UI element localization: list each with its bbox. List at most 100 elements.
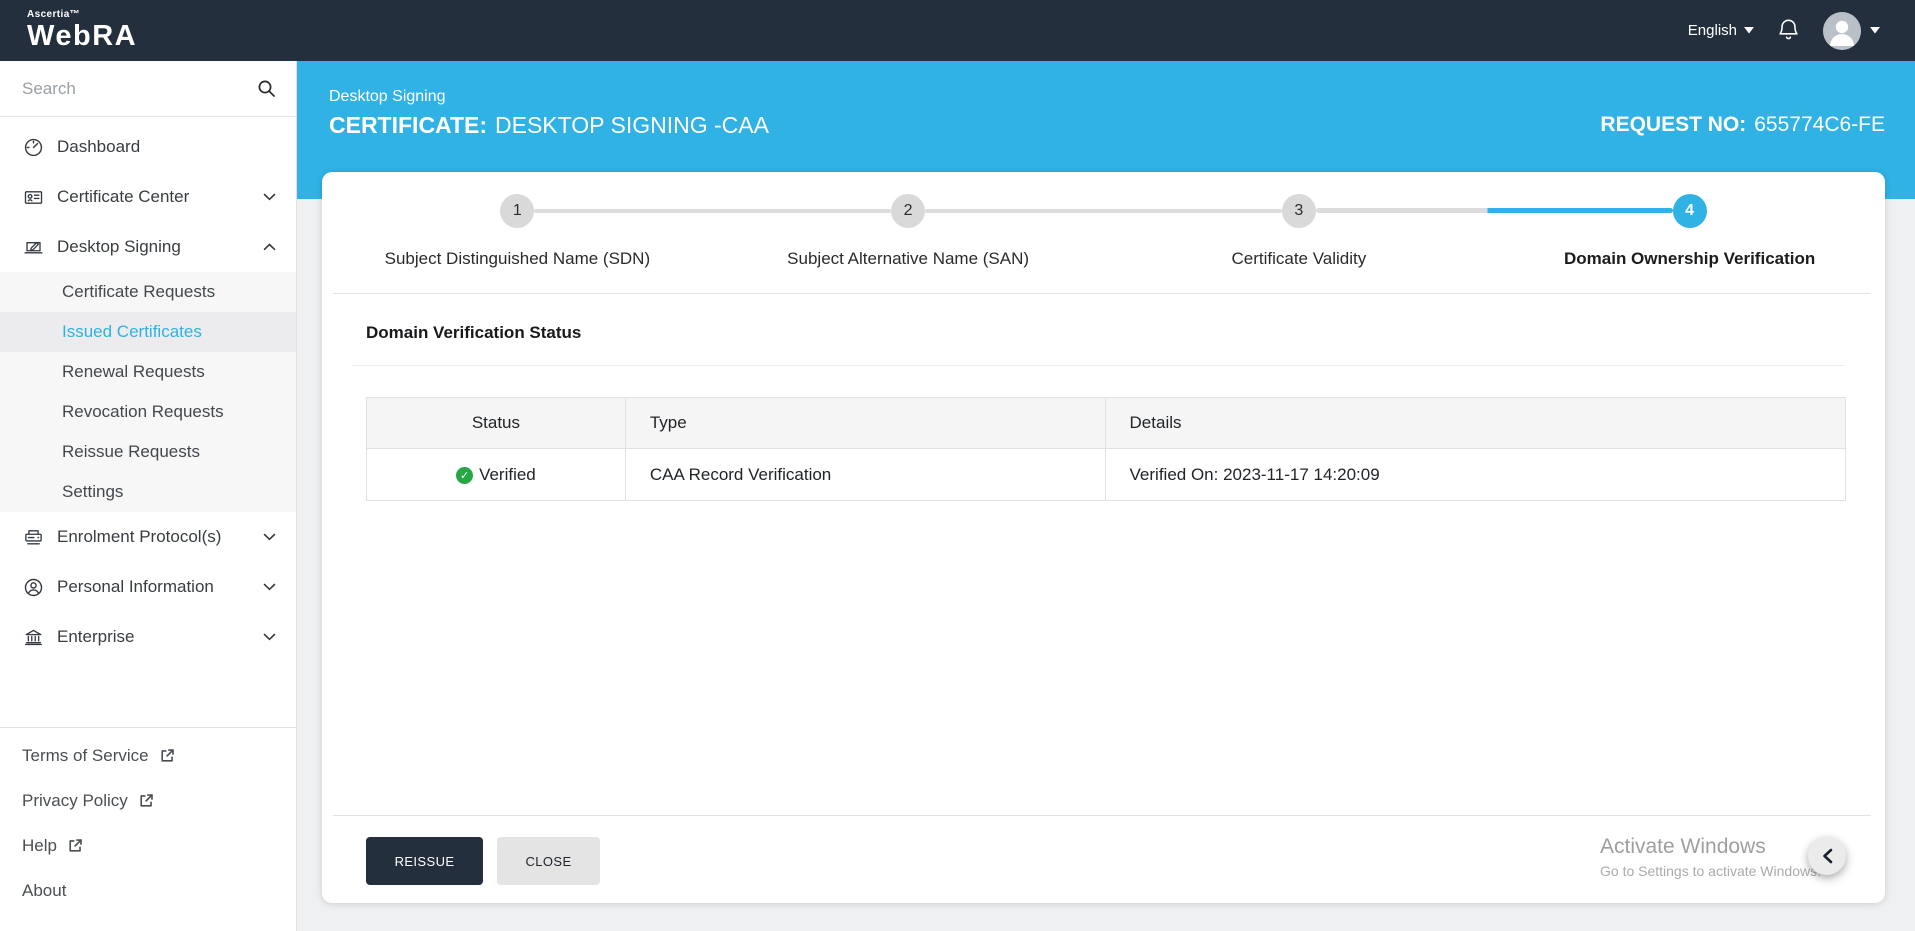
step-connector bbox=[925, 209, 1282, 213]
step-2: 2 Subject Alternative Name (SAN) bbox=[534, 194, 1104, 269]
external-link-icon bbox=[69, 839, 82, 852]
caret-down-icon bbox=[1744, 27, 1754, 34]
step-2-circle[interactable]: 2 bbox=[891, 194, 926, 228]
desktop-signing-submenu: Certificate Requests Issued Certificates… bbox=[0, 272, 296, 512]
search-icon[interactable] bbox=[257, 79, 276, 98]
step-1: 1 Subject Distinguished Name (SDN) bbox=[322, 194, 713, 269]
column-header-status: Status bbox=[366, 397, 626, 449]
footer-link-label: Help bbox=[22, 835, 57, 855]
submenu-item-reissue-requests[interactable]: Reissue Requests bbox=[0, 432, 296, 472]
chevron-down-icon bbox=[263, 583, 276, 591]
footer-link-label: Privacy Policy bbox=[22, 790, 128, 810]
footer-divider bbox=[333, 815, 1871, 816]
step-3-circle[interactable]: 3 bbox=[1281, 194, 1316, 228]
sidebar-nav: Dashboard Certificate Center Desktop Sig… bbox=[0, 117, 296, 662]
sidebar-item-enrolment-protocols[interactable]: Enrolment Protocol(s) bbox=[0, 512, 296, 562]
step-2-label: Subject Alternative Name (SAN) bbox=[787, 249, 1030, 268]
breadcrumb: Desktop Signing bbox=[329, 88, 446, 105]
page-title: CERTIFICATE: DESKTOP SIGNING -CAA bbox=[329, 112, 769, 139]
step-1-label: Subject Distinguished Name (SDN) bbox=[384, 249, 651, 268]
sidebar-item-label: Desktop Signing bbox=[57, 237, 181, 256]
gauge-icon bbox=[22, 137, 44, 158]
sidebar-item-dashboard[interactable]: Dashboard bbox=[0, 122, 296, 172]
sidebar-item-label: Personal Information bbox=[57, 577, 214, 596]
domain-verification-table: Status Type Details ✓ Verified CAA Recor… bbox=[366, 397, 1847, 501]
privacy-policy-link[interactable]: Privacy Policy bbox=[0, 778, 296, 823]
check-icon: ✓ bbox=[456, 466, 474, 484]
webra-logo[interactable]: Ascertia™ WebRA bbox=[27, 10, 137, 51]
table-header-row: Status Type Details bbox=[366, 397, 1847, 449]
footer-link-label: Terms of Service bbox=[22, 745, 149, 765]
bank-icon bbox=[22, 627, 44, 648]
stepper-divider bbox=[333, 293, 1871, 294]
sidebar-item-label: Enterprise bbox=[57, 627, 135, 646]
page-title-value: DESKTOP SIGNING -CAA bbox=[495, 112, 769, 138]
type-cell: CAA Record Verification bbox=[624, 448, 1106, 501]
status-badge: ✓ Verified bbox=[456, 465, 536, 485]
step-3-label: Certificate Validity bbox=[1231, 249, 1367, 268]
status-cell: ✓ Verified bbox=[366, 448, 626, 501]
notification-bell-icon[interactable] bbox=[1776, 17, 1801, 44]
section-divider bbox=[352, 365, 1845, 366]
step-connector bbox=[534, 209, 892, 213]
person-icon bbox=[22, 577, 44, 598]
desktop-signing-icon bbox=[22, 237, 44, 258]
table-row: ✓ Verified CAA Record Verification Verif… bbox=[366, 448, 1847, 501]
navbar-right: English bbox=[1688, 11, 1880, 50]
close-button[interactable]: CLOSE bbox=[497, 837, 600, 885]
details-cell: Verified On: 2023-11-17 14:20:09 bbox=[1104, 448, 1847, 501]
language-dropdown[interactable]: English bbox=[1688, 22, 1754, 39]
step-3: 3 Certificate Validity bbox=[925, 194, 1495, 269]
sidebar-item-personal-information[interactable]: Personal Information bbox=[0, 562, 296, 612]
request-number-label: REQUEST NO: bbox=[1600, 113, 1747, 136]
collapse-panel-button[interactable] bbox=[1808, 837, 1846, 875]
brand-webra: WebRA bbox=[27, 20, 138, 52]
submenu-item-revocation-requests[interactable]: Revocation Requests bbox=[0, 392, 296, 432]
sidebar-item-certificate-center[interactable]: Certificate Center bbox=[0, 172, 296, 222]
sidebar-item-label: Enrolment Protocol(s) bbox=[57, 527, 222, 546]
column-header-details: Details bbox=[1104, 397, 1847, 449]
enrolment-protocol-icon bbox=[22, 527, 44, 548]
footer-link-label: About bbox=[22, 880, 67, 900]
caret-down-icon bbox=[1870, 27, 1880, 34]
search-input[interactable] bbox=[22, 78, 257, 99]
terms-of-service-link[interactable]: Terms of Service bbox=[0, 733, 296, 778]
chevron-left-icon bbox=[1822, 848, 1832, 864]
submenu-item-renewal-requests[interactable]: Renewal Requests bbox=[0, 352, 296, 392]
wizard-stepper: 1 Subject Distinguished Name (SDN) 2 Sub… bbox=[322, 194, 1885, 269]
step-1-circle[interactable]: 1 bbox=[500, 194, 535, 228]
content-card: 1 Subject Distinguished Name (SDN) 2 Sub… bbox=[322, 172, 1885, 903]
sidebar: Dashboard Certificate Center bbox=[0, 61, 297, 931]
sidebar-item-enterprise[interactable]: Enterprise bbox=[0, 612, 296, 662]
sidebar-item-desktop-signing[interactable]: Desktop Signing bbox=[0, 222, 296, 272]
user-avatar bbox=[1823, 11, 1861, 50]
section-title: Domain Verification Status bbox=[366, 323, 582, 342]
chevron-down-icon bbox=[263, 193, 276, 201]
chevron-up-icon bbox=[263, 243, 276, 251]
page-title-label: CERTIFICATE: bbox=[329, 112, 488, 138]
user-menu[interactable] bbox=[1823, 11, 1880, 50]
step-4: 4 Domain Ownership Verification bbox=[1315, 194, 1885, 269]
card-actions: REISSUE CLOSE bbox=[366, 837, 600, 885]
sidebar-search bbox=[0, 61, 296, 117]
submenu-item-issued-certificates[interactable]: Issued Certificates bbox=[0, 312, 296, 352]
top-navbar: Ascertia™ WebRA English bbox=[0, 0, 1915, 61]
certificate-icon bbox=[22, 187, 44, 208]
request-number-value: 655774C6-FE bbox=[1754, 113, 1885, 136]
page-layout: Dashboard Certificate Center bbox=[0, 61, 1915, 931]
step-4-circle[interactable]: 4 bbox=[1672, 194, 1707, 228]
help-link[interactable]: Help bbox=[0, 823, 296, 868]
language-label: English bbox=[1687, 22, 1737, 39]
reissue-button[interactable]: REISSUE bbox=[366, 837, 483, 885]
chevron-down-icon bbox=[263, 633, 276, 641]
step-connector-progress bbox=[1315, 208, 1673, 213]
submenu-item-settings[interactable]: Settings bbox=[0, 472, 296, 512]
external-link-icon bbox=[161, 749, 174, 762]
submenu-item-certificate-requests[interactable]: Certificate Requests bbox=[0, 272, 296, 312]
sidebar-footer: Terms of Service Privacy Policy Help Abo… bbox=[0, 728, 296, 913]
about-link[interactable]: About bbox=[0, 868, 296, 913]
page-header-text: Desktop Signing CERTIFICATE: DESKTOP SIGN… bbox=[329, 88, 769, 139]
step-4-label: Domain Ownership Verification bbox=[1563, 249, 1816, 268]
chevron-down-icon bbox=[263, 533, 276, 541]
column-header-type: Type bbox=[624, 397, 1106, 449]
